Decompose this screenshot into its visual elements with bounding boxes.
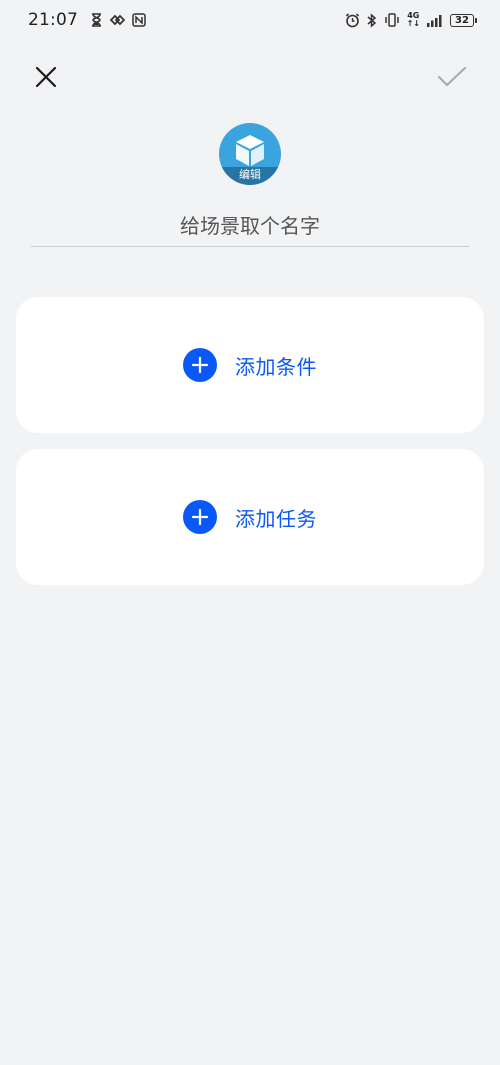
plus-icon — [183, 348, 217, 382]
plus-icon — [183, 500, 217, 534]
hourglass-icon — [91, 13, 102, 27]
link-icon — [109, 13, 125, 27]
confirm-button[interactable] — [432, 57, 472, 97]
scene-name-input[interactable] — [31, 212, 469, 239]
status-bar: 21:07 4G ↑↓ 32 — [0, 0, 500, 40]
alarm-icon — [345, 12, 360, 28]
status-left: 21:07 — [28, 10, 146, 30]
status-time: 21:07 — [28, 10, 78, 30]
vibrate-icon — [384, 13, 400, 27]
scene-name-field[interactable] — [31, 205, 469, 247]
bluetooth-icon — [367, 12, 377, 28]
battery-level: 32 — [455, 14, 469, 26]
add-task-button[interactable]: 添加任务 — [16, 449, 484, 585]
network-activity: ↑↓ — [406, 19, 420, 28]
close-button[interactable] — [26, 57, 66, 97]
check-icon — [437, 66, 467, 87]
cube-icon — [236, 135, 264, 166]
signal-icon — [427, 14, 443, 27]
status-right: 4G ↑↓ 32 — [345, 12, 477, 28]
add-condition-label: 添加条件 — [235, 354, 317, 379]
battery-icon: 32 — [450, 13, 477, 27]
add-task-label: 添加任务 — [235, 506, 317, 531]
edit-label: 编辑 — [219, 167, 281, 185]
close-icon — [35, 66, 57, 88]
network-type: 4G ↑↓ — [407, 12, 420, 28]
scene-icon-button[interactable]: 编辑 — [219, 123, 281, 185]
add-condition-button[interactable]: 添加条件 — [16, 297, 484, 433]
nfc-icon — [132, 13, 146, 27]
